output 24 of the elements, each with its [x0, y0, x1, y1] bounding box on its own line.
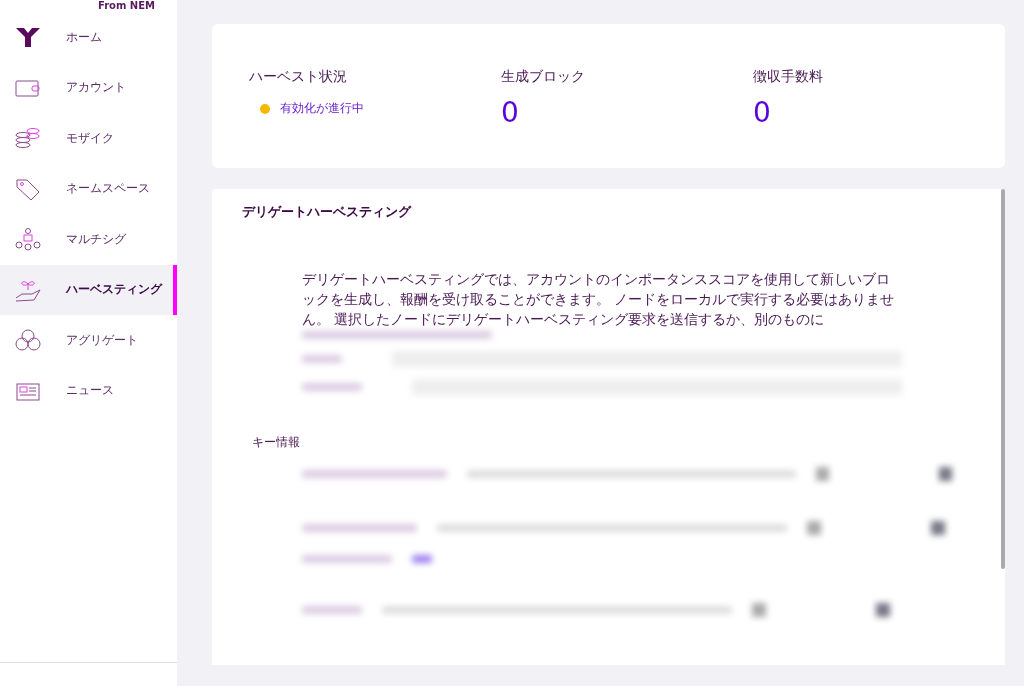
y-logo-icon — [14, 25, 42, 50]
stat-label: 生成ブロック — [501, 68, 586, 86]
key-info-label: キー情報 — [252, 435, 300, 449]
people-icon — [14, 227, 42, 252]
sidebar-item[interactable]: アグリゲート — [0, 315, 177, 366]
brand-caption: From NEM — [97, 0, 155, 12]
stat-label: 徴収手数料 — [753, 68, 824, 86]
sidebar-item[interactable]: ハーベスティング — [0, 264, 177, 315]
sidebar-item[interactable]: ニュース — [0, 365, 177, 416]
stat-label: ハーベスト状況 — [249, 68, 348, 86]
sidebar-item[interactable]: ネームスペース — [0, 163, 177, 214]
coins-icon — [14, 126, 42, 151]
tag-icon — [14, 176, 42, 201]
sidebar-item[interactable]: アカウント — [0, 62, 177, 113]
stat-value: 0 — [501, 96, 520, 129]
scrollbar[interactable] — [1001, 189, 1005, 569]
circles-icon — [14, 328, 42, 353]
section-title: デリゲートハーベスティング — [242, 203, 413, 221]
sidebar-item[interactable]: ホーム — [0, 12, 177, 63]
status-text: 有効化が進行中 — [280, 100, 364, 117]
description-text: デリゲートハーベスティングでは、アカウントのインポータンススコアを使用して新しいブロックを生成し、報酬を受け取ることができます。 ノードをローカルで実行する必要はありません。 選択したノードにデリゲートハーベスティング要求を送信するか、別のものに — [302, 270, 896, 329]
stat-value: 0 — [753, 96, 772, 129]
sidebar-item[interactable]: モザイク — [0, 113, 177, 164]
sidebar-item[interactable]: マルチシグ — [0, 214, 177, 265]
